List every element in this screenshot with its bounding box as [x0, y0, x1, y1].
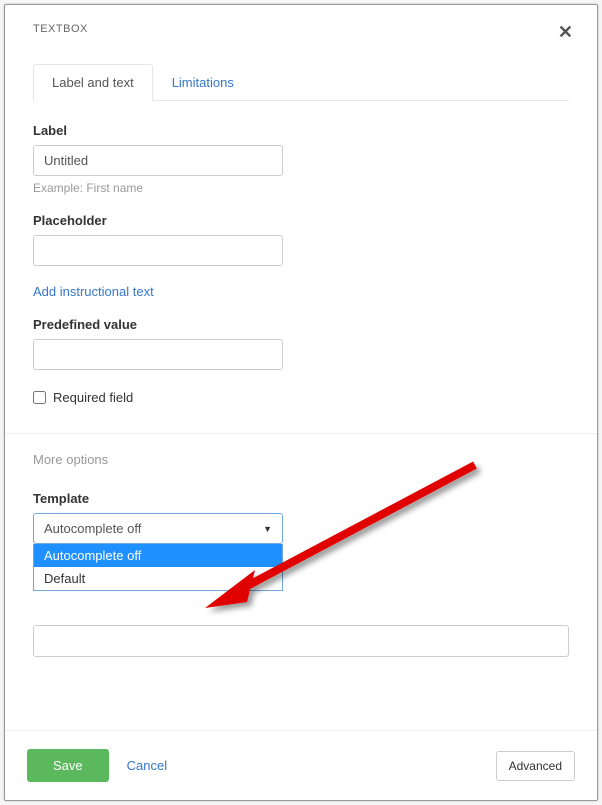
add-instructional-text-link[interactable]: Add instructional text	[33, 284, 569, 299]
more-options-header: More options	[33, 434, 569, 491]
placeholder-input[interactable]	[33, 235, 283, 266]
template-group: Template Autocomplete off ▼ Autocomplete…	[33, 491, 569, 544]
tab-limitations[interactable]: Limitations	[153, 64, 253, 101]
label-input[interactable]	[33, 145, 283, 176]
dialog-title: TEXTBOX	[33, 23, 88, 35]
template-select[interactable]: Autocomplete off ▼	[33, 513, 283, 544]
label-help-text: Example: First name	[33, 181, 569, 195]
close-icon[interactable]: ✕	[558, 23, 573, 41]
predefined-input[interactable]	[33, 339, 283, 370]
tab-bar: Label and text Limitations	[33, 63, 569, 101]
required-checkbox[interactable]	[33, 391, 46, 404]
option-autocomplete-off[interactable]: Autocomplete off	[34, 544, 282, 567]
placeholder-group: Placeholder	[33, 213, 569, 266]
textbox-settings-dialog: TEXTBOX ✕ Label and text Limitations Lab…	[4, 4, 598, 801]
template-select-value: Autocomplete off	[44, 521, 141, 536]
cancel-button[interactable]: Cancel	[127, 758, 167, 773]
dialog-body: Label and text Limitations Label Example…	[5, 55, 597, 730]
required-row: Required field	[33, 390, 569, 405]
template-field-label: Template	[33, 491, 569, 506]
label-field-label: Label	[33, 123, 569, 138]
dialog-footer: Save Cancel Advanced	[5, 730, 597, 800]
predefined-group: Predefined value	[33, 317, 569, 370]
extra-input[interactable]	[33, 625, 569, 657]
template-dropdown: Autocomplete off Default	[33, 544, 283, 591]
label-group: Label Example: First name	[33, 123, 569, 195]
required-label: Required field	[53, 390, 133, 405]
tab-label-and-text[interactable]: Label and text	[33, 64, 153, 101]
advanced-button[interactable]: Advanced	[496, 751, 575, 781]
predefined-field-label: Predefined value	[33, 317, 569, 332]
option-default[interactable]: Default	[34, 567, 282, 590]
placeholder-field-label: Placeholder	[33, 213, 569, 228]
save-button[interactable]: Save	[27, 749, 109, 782]
dialog-header: TEXTBOX ✕	[5, 5, 597, 55]
chevron-down-icon: ▼	[263, 524, 272, 534]
